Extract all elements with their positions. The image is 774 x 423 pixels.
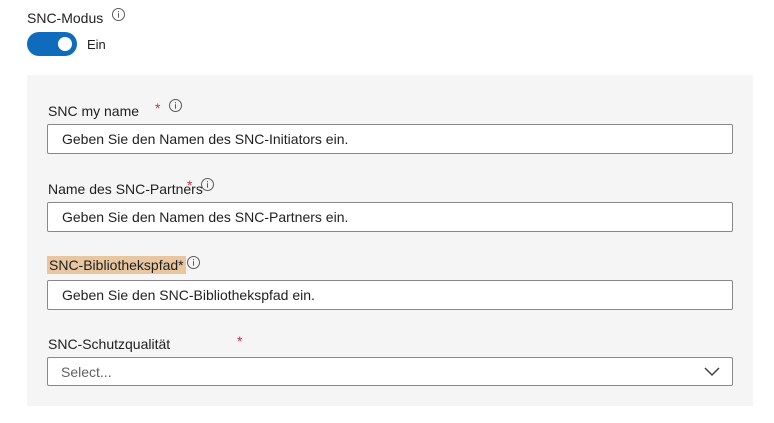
snc-mode-label: SNC-Modus bbox=[27, 10, 103, 26]
select-value: Select... bbox=[61, 364, 112, 380]
info-icon[interactable] bbox=[187, 256, 200, 269]
snc-partner-name-label: Name des SNC-Partners bbox=[48, 181, 203, 197]
required-marker: * bbox=[187, 177, 193, 193]
snc-my-name-input[interactable] bbox=[47, 124, 733, 154]
chevron-down-icon[interactable] bbox=[704, 365, 720, 383]
highlighted-label-text: SNC-Bibliothekspfad* bbox=[47, 256, 186, 274]
toggle-knob bbox=[58, 37, 72, 51]
snc-mode-toggle[interactable] bbox=[27, 32, 77, 56]
snc-library-path-input[interactable] bbox=[47, 280, 733, 310]
snc-mode-label-text: SNC-Modus bbox=[27, 10, 104, 26]
snc-protection-quality-select[interactable]: Select... bbox=[47, 357, 733, 386]
info-icon[interactable] bbox=[112, 8, 125, 21]
snc-partner-name-input[interactable] bbox=[47, 202, 733, 232]
info-icon[interactable] bbox=[169, 99, 182, 112]
snc-protection-quality-label: SNC-Schutzqualität bbox=[48, 336, 171, 352]
snc-library-path-label: SNC-Bibliothekspfad* bbox=[47, 256, 186, 274]
required-marker: * bbox=[237, 333, 243, 349]
required-marker: * bbox=[155, 100, 161, 116]
info-icon[interactable] bbox=[201, 178, 214, 191]
snc-my-name-label: SNC my name bbox=[48, 103, 140, 119]
toggle-state-label: Ein bbox=[87, 37, 106, 52]
